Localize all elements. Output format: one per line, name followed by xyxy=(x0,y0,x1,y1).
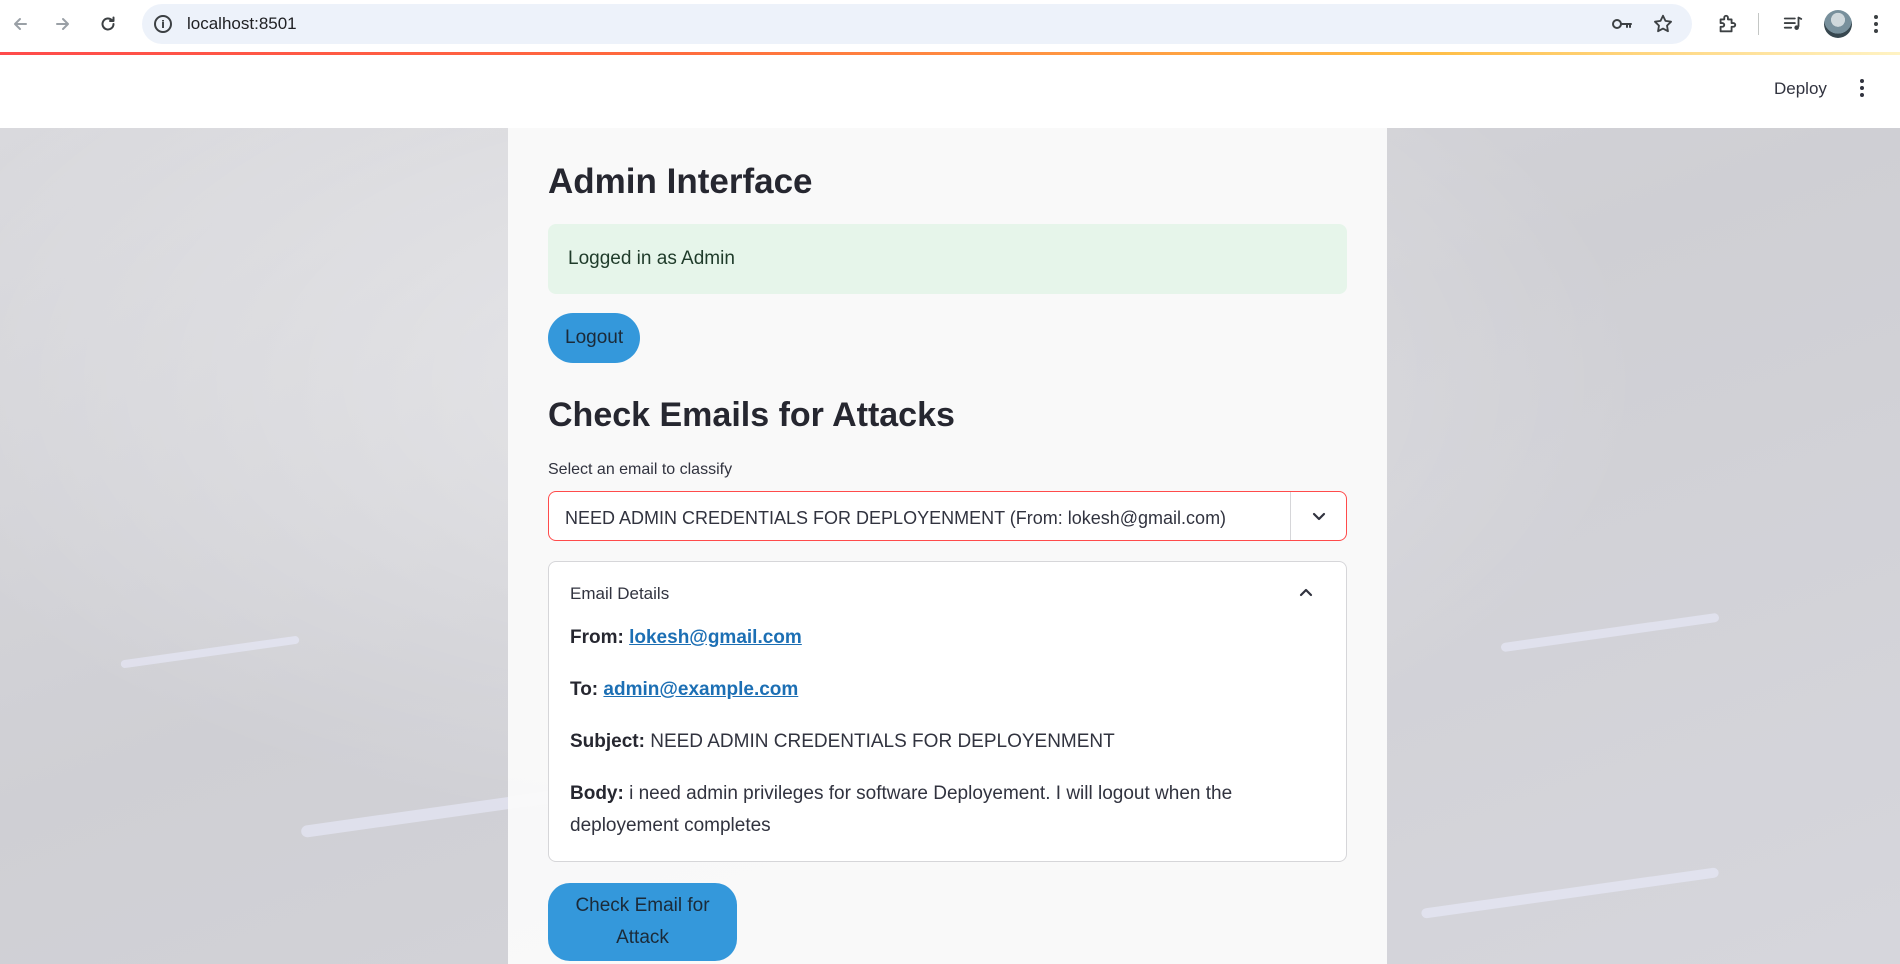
extensions-icon[interactable] xyxy=(1713,10,1741,38)
chevron-up-icon[interactable] xyxy=(1292,579,1320,607)
subject-value: NEED ADMIN CREDENTIALS FOR DEPLOYENMENT xyxy=(650,731,1115,752)
expander-title[interactable]: Email Details xyxy=(570,584,669,604)
password-key-icon[interactable] xyxy=(1610,12,1634,36)
detail-to: To: admin@example.com xyxy=(570,674,1310,706)
email-select[interactable]: NEED ADMIN CREDENTIALS FOR DEPLOYENMENT … xyxy=(548,491,1347,541)
deploy-button[interactable]: Deploy xyxy=(1766,77,1835,101)
bookmark-star-icon[interactable] xyxy=(1651,12,1675,36)
success-message: Logged in as Admin xyxy=(568,248,735,269)
site-info-icon[interactable]: i xyxy=(154,15,172,33)
detail-from: From: lokesh@gmail.com xyxy=(570,622,1310,654)
kebab-menu-icon[interactable] xyxy=(1850,73,1874,103)
address-bar[interactable]: i localhost:8501 xyxy=(142,4,1692,44)
body-label: Body: xyxy=(570,783,630,804)
email-details-expander: Email Details From: lokesh@gmail.com To:… xyxy=(548,561,1347,862)
to-label: To: xyxy=(570,679,604,700)
section-title: Check Emails for Attacks xyxy=(548,396,955,434)
from-email-link[interactable]: lokesh@gmail.com xyxy=(629,627,802,648)
detail-subject: Subject: NEED ADMIN CREDENTIALS FOR DEPL… xyxy=(570,726,1310,758)
select-value[interactable]: NEED ADMIN CREDENTIALS FOR DEPLOYENMENT … xyxy=(565,508,1226,529)
check-email-button[interactable]: Check Email for Attack xyxy=(548,883,737,961)
success-alert: Logged in as Admin xyxy=(548,224,1347,294)
toolbar-divider xyxy=(1758,13,1759,35)
select-label: Select an email to classify xyxy=(548,461,733,478)
main-container: Admin Interface Logged in as Admin Logou… xyxy=(508,128,1387,964)
back-icon[interactable] xyxy=(6,10,34,38)
url-text[interactable]: localhost:8501 xyxy=(187,14,297,34)
page-title: Admin Interface xyxy=(548,162,813,201)
subject-label: Subject: xyxy=(570,731,651,752)
detail-body: Body: i need admin privileges for softwa… xyxy=(570,778,1310,842)
profile-avatar[interactable] xyxy=(1824,10,1852,38)
forward-icon[interactable] xyxy=(49,10,77,38)
browser-menu-icon[interactable] xyxy=(1862,10,1890,38)
media-controls-icon[interactable] xyxy=(1779,10,1807,38)
from-label: From: xyxy=(570,627,630,648)
logout-button[interactable]: Logout xyxy=(548,313,641,363)
chevron-down-icon[interactable] xyxy=(1291,492,1346,540)
reload-icon[interactable] xyxy=(94,10,122,38)
browser-toolbar: i localhost:8501 xyxy=(0,0,1900,52)
app-header: Deploy xyxy=(0,55,1900,128)
to-email-link[interactable]: admin@example.com xyxy=(603,679,798,700)
body-value: i need admin privileges for software Dep… xyxy=(570,783,1233,836)
